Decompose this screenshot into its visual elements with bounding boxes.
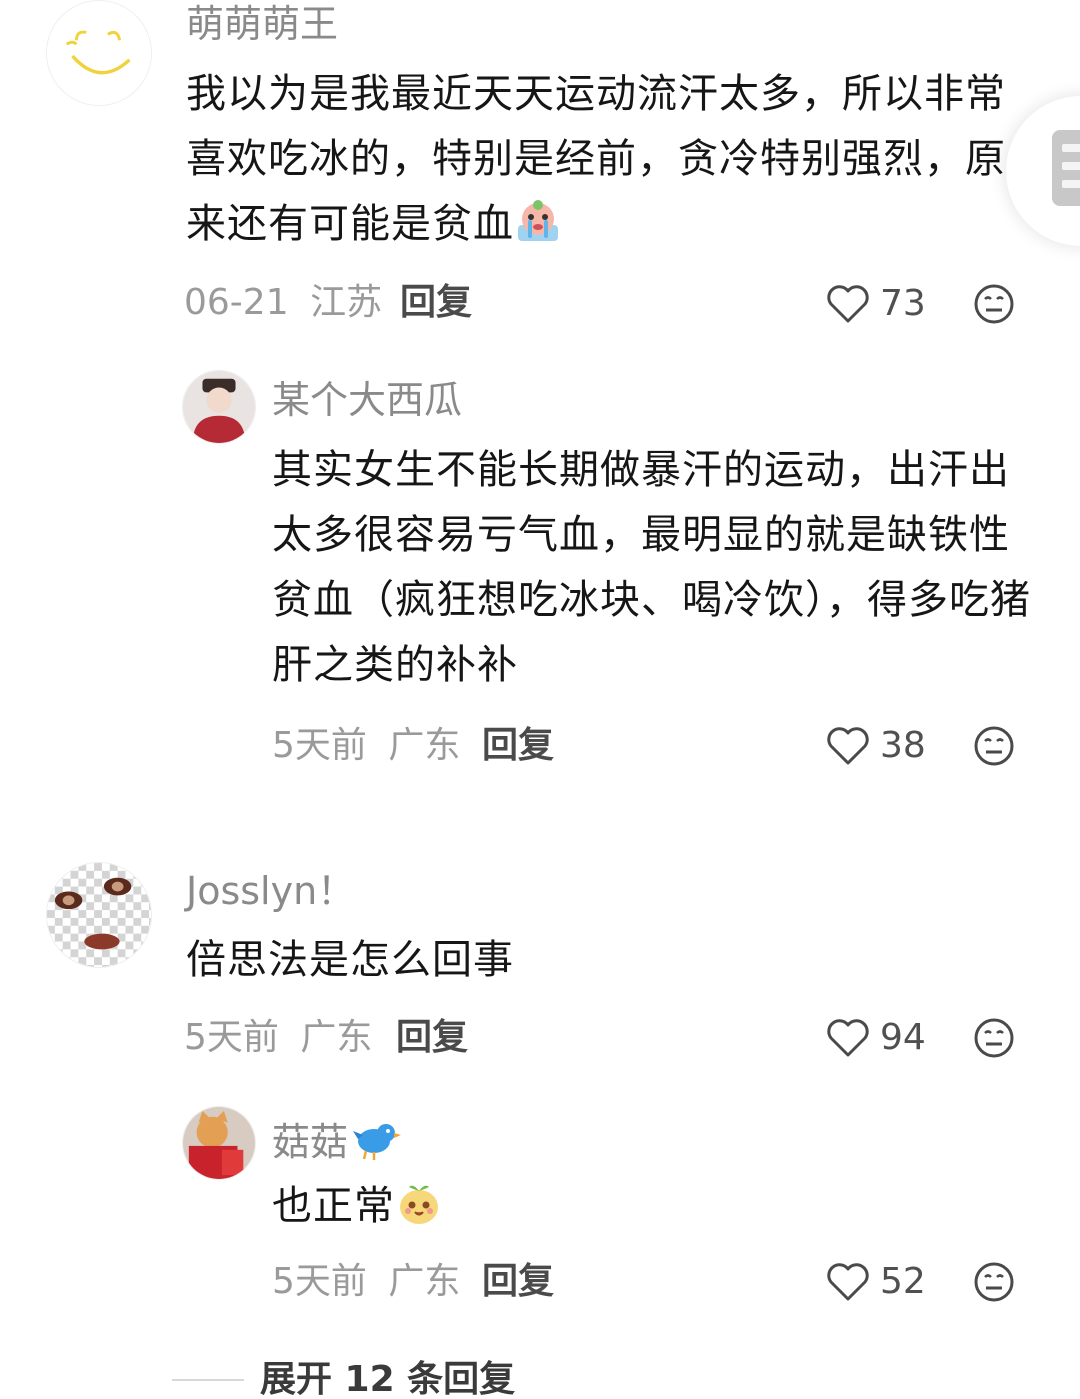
username[interactable]: 萌萌萌王 — [186, 5, 338, 43]
dislike-button[interactable] — [973, 283, 1015, 325]
like-button[interactable]: 94 — [826, 1016, 926, 1060]
dislike-button[interactable] — [973, 725, 1015, 767]
neutral-face-icon — [974, 726, 1014, 766]
neutral-face-icon — [974, 284, 1014, 324]
username[interactable]: 菇菇 — [272, 1117, 402, 1161]
like-button[interactable]: 73 — [826, 282, 926, 326]
comment-date: 5天前 — [272, 1261, 367, 1302]
comment-meta: 5天前 广东 — [184, 1020, 372, 1056]
comment-date: 5天前 — [272, 725, 367, 766]
expand-replies-label: 展开 12 条回复 — [260, 1359, 516, 1399]
neutral-face-icon — [974, 1262, 1014, 1302]
dislike-button[interactable] — [973, 1261, 1015, 1303]
avatar[interactable] — [46, 862, 152, 968]
avatar[interactable] — [46, 0, 152, 106]
heart-outline-icon — [827, 285, 869, 323]
neutral-face-icon — [974, 1018, 1014, 1058]
heart-outline-icon — [827, 1019, 869, 1057]
heart-outline-icon — [827, 1263, 869, 1301]
username[interactable]: 某个大西瓜 — [272, 381, 462, 419]
list-panel-icon — [1052, 130, 1080, 206]
comment-text: 我以为是我最近天天运动流汗太多，所以非常喜欢吃冰的，特别是经前，贪冷特别强烈，原… — [186, 62, 1026, 257]
face-avatar-image — [47, 863, 151, 967]
reply-button[interactable]: 回复 — [400, 285, 472, 321]
comment-meta: 5天前 广东 — [272, 1264, 460, 1300]
expand-replies-button[interactable]: 展开 12 条回复 — [172, 1358, 515, 1399]
comment-list: 萌萌萌王 我以为是我最近天天运动流汗太多，所以非常喜欢吃冰的，特别是经前，贪冷特… — [0, 0, 1080, 1399]
like-count: 52 — [880, 1261, 926, 1302]
comment-text-body: 我以为是我最近天天运动流汗太多，所以非常喜欢吃冰的，特别是经前，贪冷特别强烈，原… — [186, 71, 1006, 247]
like-count: 73 — [880, 283, 926, 324]
avatar[interactable] — [182, 370, 256, 444]
username[interactable]: Josslyn！ — [186, 872, 355, 910]
reply-button[interactable]: 回复 — [482, 1264, 554, 1300]
person-avatar-image — [183, 371, 255, 443]
comment-location: 广东 — [388, 1261, 461, 1302]
comment-text-body: 也正常 — [272, 1183, 395, 1229]
avatar[interactable] — [182, 1106, 256, 1180]
dislike-button[interactable] — [973, 1017, 1015, 1059]
comment-text: 倍思法是怎么回事 — [186, 937, 514, 983]
like-count: 38 — [880, 725, 926, 766]
like-count: 94 — [880, 1017, 926, 1058]
reply-button[interactable]: 回复 — [482, 728, 554, 764]
reply-button[interactable]: 回复 — [396, 1020, 468, 1056]
comment-text: 其实女生不能长期做暴汗的运动，出汗出太多很容易亏气血，最明显的就是缺铁性贫血（疯… — [272, 447, 1031, 688]
bird-emoji — [352, 1117, 402, 1161]
comment-location: 广东 — [388, 725, 461, 766]
username-text: 菇菇 — [272, 1120, 349, 1164]
smiley-avatar-image — [47, 1, 151, 105]
divider — [172, 1379, 244, 1381]
comment-meta: 5天前 广东 — [272, 728, 460, 764]
comment-date: 06-21 — [184, 282, 289, 323]
like-button[interactable]: 38 — [826, 724, 926, 768]
like-button[interactable]: 52 — [826, 1260, 926, 1304]
smiling-potato-emoji — [395, 1179, 443, 1227]
comment-meta: 06-21 江苏 — [184, 285, 382, 321]
comment-date: 5天前 — [184, 1017, 279, 1058]
cat-avatar-image — [183, 1107, 255, 1179]
comment-location: 江苏 — [310, 282, 383, 323]
crying-face-emoji — [514, 197, 562, 245]
heart-outline-icon — [827, 727, 869, 765]
comment-text: 也正常 — [272, 1174, 972, 1239]
comment-location: 广东 — [300, 1017, 373, 1058]
